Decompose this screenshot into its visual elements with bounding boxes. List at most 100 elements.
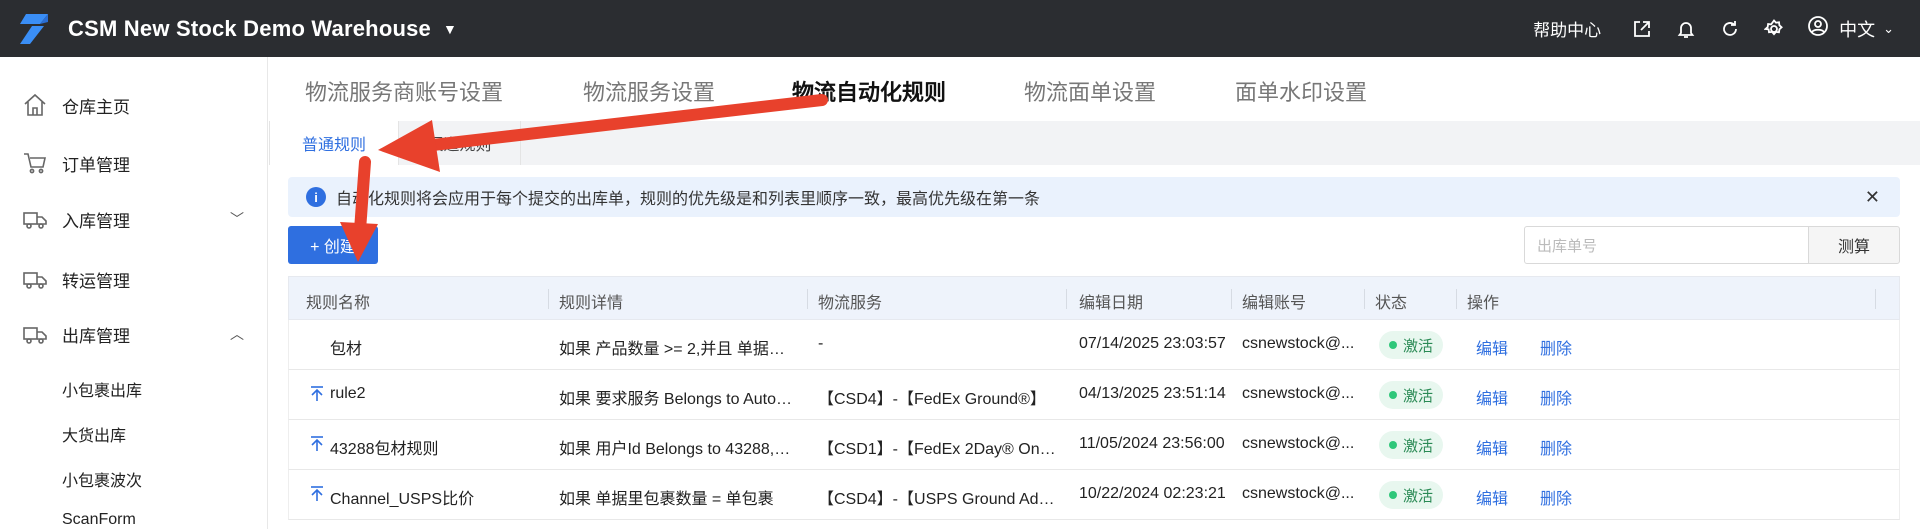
language-label: 中文 <box>1839 19 1876 40</box>
sidebar-item-label: 订单管理 <box>62 155 130 175</box>
rule-detail: 如果 要求服务 Belongs to Automat... <box>559 391 799 408</box>
edit-link[interactable]: 编辑 <box>1476 435 1508 459</box>
delete-link[interactable]: 删除 <box>1540 435 1572 459</box>
table-row[interactable]: 43288包材规则 如果 用户Id Belongs to 43288,并... … <box>288 420 1900 470</box>
bell-icon[interactable] <box>1675 18 1697 40</box>
settings-icon[interactable] <box>1763 18 1785 40</box>
sidebar-item-orders[interactable]: 订单管理 <box>0 143 268 183</box>
rule-edit-date: 07/14/2025 23:03:57 <box>1079 335 1226 352</box>
chevron-down-icon: ⌄ <box>1883 20 1894 36</box>
status-dot-icon <box>1389 341 1397 349</box>
status-dot-icon <box>1389 491 1397 499</box>
rule-name: Channel_USPS比价 <box>330 491 475 508</box>
rule-service: 【CSD4】-【USPS Ground Advan... <box>818 491 1058 508</box>
rule-edit-date: 04/13/2025 23:51:14 <box>1079 385 1226 402</box>
language-switcher[interactable]: 中文 ⌄ <box>1807 15 1894 42</box>
top-bar: CSM New Stock Demo Warehouse ▼ 帮助中心 中文 ⌄ <box>0 0 1920 57</box>
status-badge: 激活 <box>1379 381 1444 409</box>
main-content: 物流服务商账号设置 物流服务设置 物流自动化规则 物流面单设置 面单水印设置 普… <box>269 57 1920 529</box>
status-text: 激活 <box>1403 437 1434 455</box>
sidebar: 仓库主页 订单管理 入库管理 ﹀ 转运管理 出库管理 ︿ 小包裹出库 大货出库 … <box>0 57 268 529</box>
move-to-top-icon[interactable] <box>308 435 326 453</box>
table-row[interactable]: Channel_USPS比价 如果 单据里包裹数量 = 单包裹 【CSD4】-【… <box>288 470 1900 520</box>
status-badge: 激活 <box>1379 331 1444 359</box>
sidebar-item-home[interactable]: 仓库主页 <box>0 85 268 125</box>
info-notice: i 自动化规则将会应用于每个提交的出库单，规则的优先级是和列表里顺序一致，最高优… <box>288 177 1900 217</box>
sidebar-item-label: 入库管理 <box>62 211 130 231</box>
sidebar-subitem-bulk[interactable]: 大货出库 <box>62 422 126 446</box>
subtab-general-rules[interactable]: 普通规则 <box>269 121 399 165</box>
tab-watermark-settings[interactable]: 面单水印设置 <box>1235 75 1367 107</box>
sidebar-subitem-scanform[interactable]: ScanForm <box>62 511 136 529</box>
subtab-channel-rules[interactable]: 渠道规则 <box>399 121 521 165</box>
rule-service: - <box>818 335 824 352</box>
refresh-icon[interactable] <box>1719 18 1741 40</box>
table-header: 规则名称 规则详情 物流服务 编辑日期 编辑账号 状态 操作 <box>288 276 1900 320</box>
order-number-search-input[interactable]: 出库单号 <box>1524 226 1809 264</box>
cart-icon <box>22 150 48 176</box>
sidebar-item-transfer[interactable]: 转运管理 <box>0 259 268 299</box>
user-icon <box>1807 15 1829 42</box>
caret-down-icon[interactable]: ▼ <box>443 21 457 37</box>
rule-edit-date: 10/22/2024 02:23:21 <box>1079 485 1226 502</box>
column-divider[interactable] <box>1875 289 1876 309</box>
rule-service: 【CSD1】-【FedEx 2Day® One R... <box>818 441 1058 458</box>
outbound-truck-icon <box>22 321 48 347</box>
status-text: 激活 <box>1403 487 1434 505</box>
rule-edit-account: csnewstock@... <box>1242 335 1355 352</box>
col-header-rule-detail: 规则详情 <box>559 295 624 312</box>
col-header-edit-account: 编辑账号 <box>1242 295 1307 312</box>
tab-label-settings[interactable]: 物流面单设置 <box>1024 75 1156 107</box>
column-divider[interactable] <box>807 289 808 309</box>
column-divider[interactable] <box>548 289 549 309</box>
home-icon <box>22 92 48 118</box>
rule-edit-account: csnewstock@... <box>1242 435 1355 452</box>
edit-link[interactable]: 编辑 <box>1476 485 1508 509</box>
rule-service: 【CSD4】-【FedEx Ground®】 <box>818 391 1046 408</box>
rule-name: rule2 <box>330 385 366 402</box>
tab-automation-rules[interactable]: 物流自动化规则 <box>792 75 946 107</box>
move-to-top-icon[interactable] <box>308 485 326 503</box>
tab-logistics-services[interactable]: 物流服务设置 <box>583 75 715 107</box>
status-badge: 激活 <box>1379 481 1444 509</box>
chevron-up-icon: ︿ <box>230 326 244 342</box>
table-row[interactable]: rule2 如果 要求服务 Belongs to Automat... 【CSD… <box>288 370 1900 420</box>
close-icon[interactable]: ✕ <box>1865 187 1880 208</box>
delete-link[interactable]: 删除 <box>1540 335 1572 359</box>
top-tabs: 物流服务商账号设置 物流服务设置 物流自动化规则 物流面单设置 面单水印设置 <box>269 57 1920 121</box>
table-row[interactable]: 包材 如果 产品数量 >= 2,并且 单据里包... - 07/14/2025 … <box>288 320 1900 370</box>
measure-button[interactable]: 测算 <box>1808 226 1900 264</box>
sidebar-item-label: 转运管理 <box>62 271 130 291</box>
column-divider[interactable] <box>1456 289 1457 309</box>
column-divider[interactable] <box>1066 289 1067 309</box>
notice-text: 自动化规则将会应用于每个提交的出库单，规则的优先级是和列表里顺序一致，最高优先级… <box>336 191 1041 208</box>
column-divider[interactable] <box>1364 289 1365 309</box>
inbound-truck-icon <box>22 206 48 232</box>
transfer-truck-icon <box>22 266 48 292</box>
rule-name: 43288包材规则 <box>330 441 439 458</box>
rule-edit-date: 11/05/2024 23:56:00 <box>1079 435 1225 452</box>
sidebar-subitem-wave[interactable]: 小包裹波次 <box>62 467 142 491</box>
rule-name: 包材 <box>330 341 363 358</box>
tab-carrier-accounts[interactable]: 物流服务商账号设置 <box>305 75 503 107</box>
sidebar-subitem-small-parcel[interactable]: 小包裹出库 <box>62 377 142 401</box>
move-to-top-icon[interactable] <box>308 385 326 403</box>
logo-icon[interactable] <box>18 12 52 46</box>
column-divider[interactable] <box>1231 289 1232 309</box>
edit-link[interactable]: 编辑 <box>1476 385 1508 409</box>
help-center-link[interactable]: 帮助中心 <box>1533 16 1601 41</box>
status-text: 激活 <box>1403 387 1434 405</box>
rule-edit-account: csnewstock@... <box>1242 385 1355 402</box>
create-button[interactable]: + 创建 <box>288 226 378 264</box>
sidebar-item-outbound[interactable]: 出库管理 ︿ <box>0 314 268 354</box>
edit-link[interactable]: 编辑 <box>1476 335 1508 359</box>
warehouse-title[interactable]: CSM New Stock Demo Warehouse <box>68 16 431 42</box>
sidebar-item-label: 仓库主页 <box>62 97 130 117</box>
info-icon: i <box>306 187 326 207</box>
rule-edit-account: csnewstock@... <box>1242 485 1355 502</box>
share-icon[interactable] <box>1631 18 1653 40</box>
sidebar-item-inbound[interactable]: 入库管理 ﹀ <box>0 199 268 239</box>
delete-link[interactable]: 删除 <box>1540 385 1572 409</box>
chevron-down-icon: ﹀ <box>230 211 244 227</box>
delete-link[interactable]: 删除 <box>1540 485 1572 509</box>
